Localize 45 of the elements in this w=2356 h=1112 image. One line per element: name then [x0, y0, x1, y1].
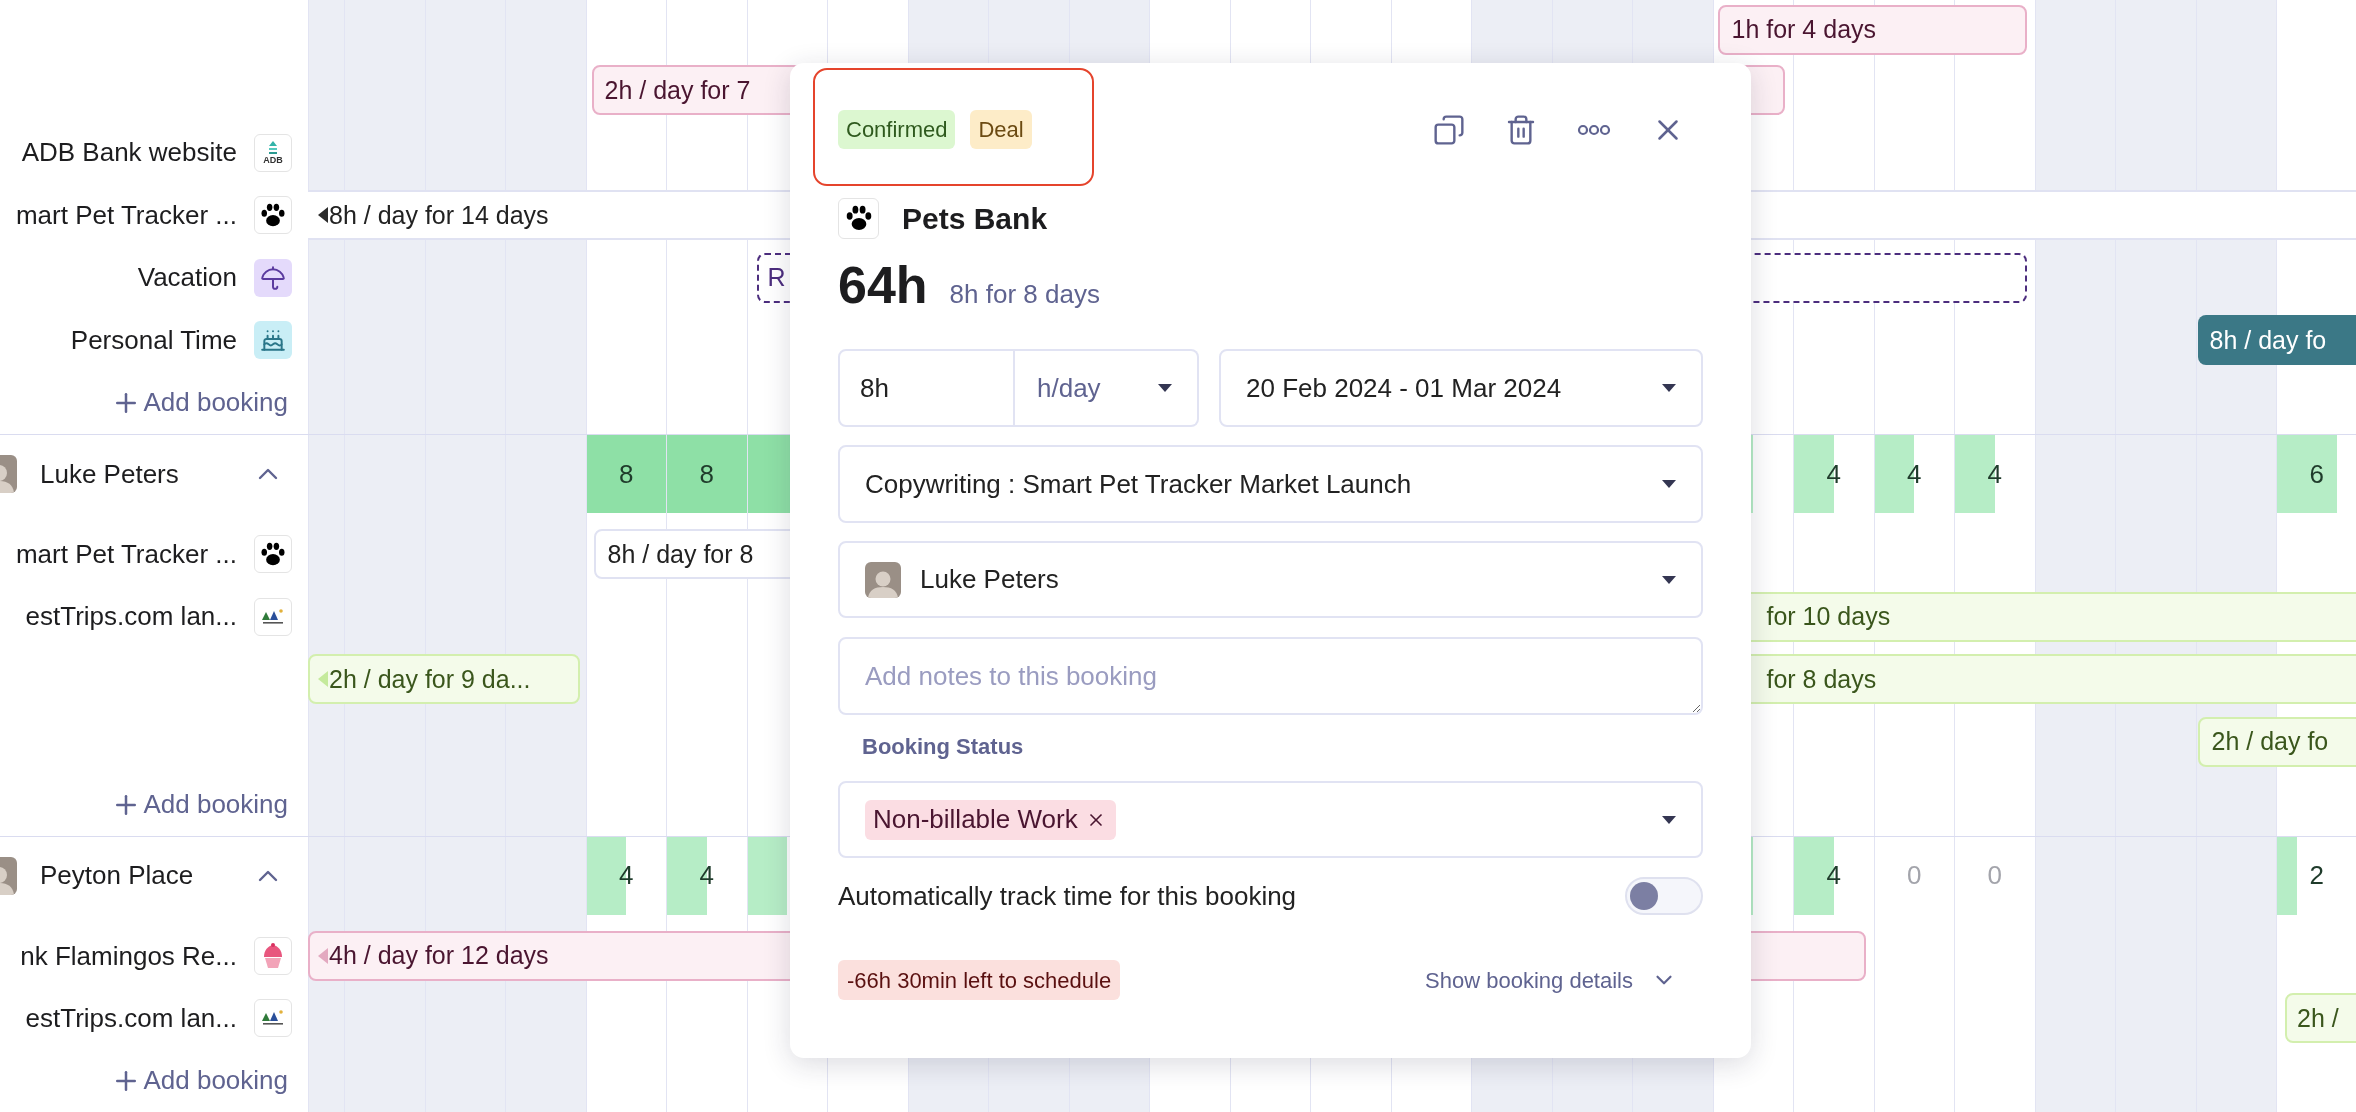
hours-value: 2: [2309, 859, 2324, 893]
project-name: nk Flamingos Re...: [20, 939, 237, 973]
hours-value: 4: [1907, 457, 1922, 491]
logo-text: ADB: [263, 156, 283, 166]
booking-label: 2h / day fo: [2211, 726, 2329, 758]
project-name: estTrips.com lan...: [25, 1001, 237, 1035]
person-name: Luke Peters: [40, 457, 179, 491]
booking-label: 2h / day for 7: [604, 74, 751, 106]
auto-track-label: Automatically track time for this booking: [838, 879, 1297, 913]
status-label: Booking Status: [862, 733, 1025, 761]
booking-label: 4h / day for 12 days: [329, 940, 549, 972]
hours-value: 8: [619, 457, 634, 491]
booking-label: 8h / day for 8: [607, 538, 754, 570]
total-hours: 64h: [838, 257, 928, 313]
hours-value: 4: [1826, 859, 1841, 893]
booking-label: 2h / day for 9 da...: [329, 663, 531, 695]
hours-value: 4: [1826, 457, 1841, 491]
hours-summary: 8h for 8 days: [949, 278, 1100, 311]
booking-label: 1h for 4 days: [1731, 13, 1877, 45]
hours-value: 4: [619, 859, 634, 893]
project-name: ADB Bank website: [21, 136, 237, 170]
project-name: mart Pet Tracker ...: [15, 537, 237, 571]
person-name: Peyton Place: [40, 859, 194, 893]
hours-value: 0: [1987, 859, 2002, 893]
booking-label: 8h / day for 14 days: [329, 199, 549, 231]
chip-label: Non-billable Work: [873, 803, 1078, 836]
project-name: mart Pet Tracker ...: [15, 198, 237, 232]
status-tag: Deal: [970, 110, 1032, 149]
booking-label: R: [767, 262, 786, 293]
project-name: estTrips.com lan...: [25, 600, 237, 634]
project-name: Vacation: [137, 261, 237, 295]
booking-label: for 10 days: [1766, 601, 1891, 633]
booking-label: 8h / day fo: [2209, 324, 2327, 356]
hours-value: 0: [1907, 859, 1922, 893]
hours-value: 4: [699, 859, 714, 893]
booking-label: for 8 days: [1766, 663, 1877, 695]
project-name: Personal Time: [70, 323, 237, 357]
status-tag: Confirmed: [838, 110, 956, 149]
project-title: Pets Bank: [902, 200, 1048, 237]
booking-label: 2h /: [2297, 1002, 2339, 1034]
hours-value: 8: [699, 457, 714, 491]
hours-value: 6: [2309, 457, 2324, 491]
person-value: Luke Peters: [920, 563, 1059, 596]
remaining-badge: -66h 30min left to schedule: [838, 960, 1121, 1000]
hours-value: 4: [1987, 457, 2002, 491]
